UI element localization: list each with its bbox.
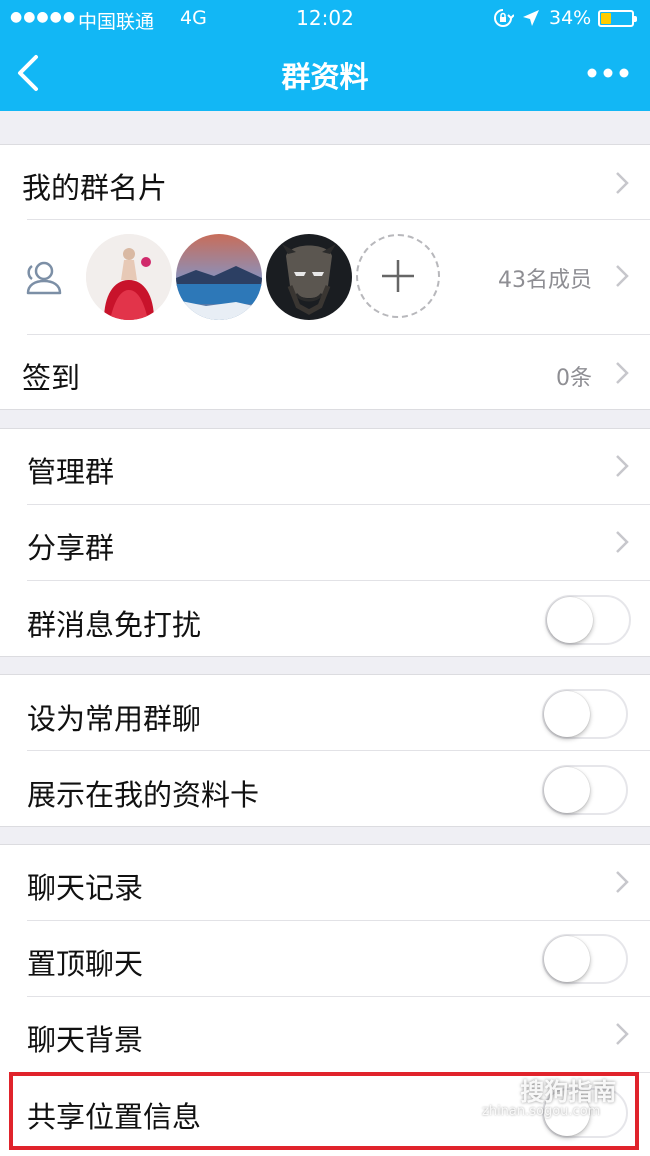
avatar[interactable]	[176, 234, 262, 320]
chevron-right-icon	[616, 265, 629, 287]
manage-group-row[interactable]: 管理群	[0, 429, 650, 504]
chevron-right-icon	[616, 1023, 629, 1045]
show-card-label: 展示在我的资料卡	[27, 778, 260, 812]
orientation-lock-icon	[492, 7, 515, 34]
top-bar: ●●●●● 中国联通 4G 12:02 34% 群资料	[0, 0, 650, 111]
avatar[interactable]	[266, 234, 352, 320]
plus-icon	[382, 260, 414, 292]
manage-section: 管理群 分享群 群消息免打扰	[0, 428, 650, 657]
page-title: 群资料	[281, 60, 369, 94]
group-card-row[interactable]: 我的群名片	[0, 145, 650, 220]
checkin-label: 签到	[22, 361, 81, 395]
manage-group-label: 管理群	[27, 455, 115, 489]
location-arrow-icon	[520, 7, 542, 34]
mute-row: 群消息免打扰	[0, 581, 650, 657]
favorite-section: 设为常用群聊 展示在我的资料卡	[0, 674, 650, 827]
add-member-button[interactable]	[356, 234, 440, 318]
battery-icon	[598, 10, 637, 27]
chat-background-row[interactable]: 聊天背景	[0, 997, 650, 1072]
show-card-row: 展示在我的资料卡	[0, 751, 650, 827]
pin-chat-toggle[interactable]	[542, 934, 628, 984]
chevron-right-icon	[616, 172, 629, 194]
more-button[interactable]	[584, 58, 632, 88]
chat-background-label: 聊天背景	[27, 1023, 144, 1057]
chat-history-row[interactable]: 聊天记录	[0, 845, 650, 920]
chevron-right-icon	[616, 362, 629, 384]
show-card-toggle[interactable]	[542, 765, 628, 815]
watermark: 搜狗指南	[478, 1072, 616, 1108]
members-row[interactable]: 43名成员	[0, 220, 650, 334]
favorite-row: 设为常用群聊	[0, 675, 650, 751]
pin-chat-row: 置顶聊天	[0, 921, 650, 996]
more-dots-icon	[587, 68, 629, 78]
pin-chat-label: 置顶聊天	[27, 947, 144, 981]
checkin-row[interactable]: 签到 0条	[0, 334, 650, 410]
watermark-url: zhinan.sogou.com	[482, 1104, 601, 1119]
members-icon	[26, 261, 62, 295]
chevron-right-icon	[616, 871, 629, 893]
mute-toggle[interactable]	[545, 595, 631, 645]
back-button[interactable]	[8, 48, 48, 98]
battery-percent: 34%	[549, 7, 592, 29]
share-group-label: 分享群	[27, 531, 115, 565]
checkin-count: 0条	[556, 366, 592, 391]
status-bar: ●●●●● 中国联通 4G 12:02 34%	[0, 0, 650, 38]
favorite-toggle[interactable]	[542, 689, 628, 739]
chevron-left-icon	[18, 55, 38, 91]
chevron-right-icon	[616, 531, 629, 553]
member-count: 43名成员	[498, 268, 592, 293]
mute-label: 群消息免打扰	[27, 608, 202, 642]
nav-bar: 群资料	[0, 38, 650, 111]
watermark-text: 搜狗指南	[520, 1078, 617, 1106]
chat-history-label: 聊天记录	[27, 871, 144, 905]
favorite-label: 设为常用群聊	[27, 702, 202, 736]
share-location-label: 共享位置信息	[27, 1100, 202, 1134]
group-info-section: 我的群名片 43名成员 签到 0条	[0, 144, 650, 410]
share-group-row[interactable]: 分享群	[0, 505, 650, 580]
group-card-label: 我的群名片	[22, 171, 168, 205]
chevron-right-icon	[616, 455, 629, 477]
avatar[interactable]	[86, 234, 172, 320]
